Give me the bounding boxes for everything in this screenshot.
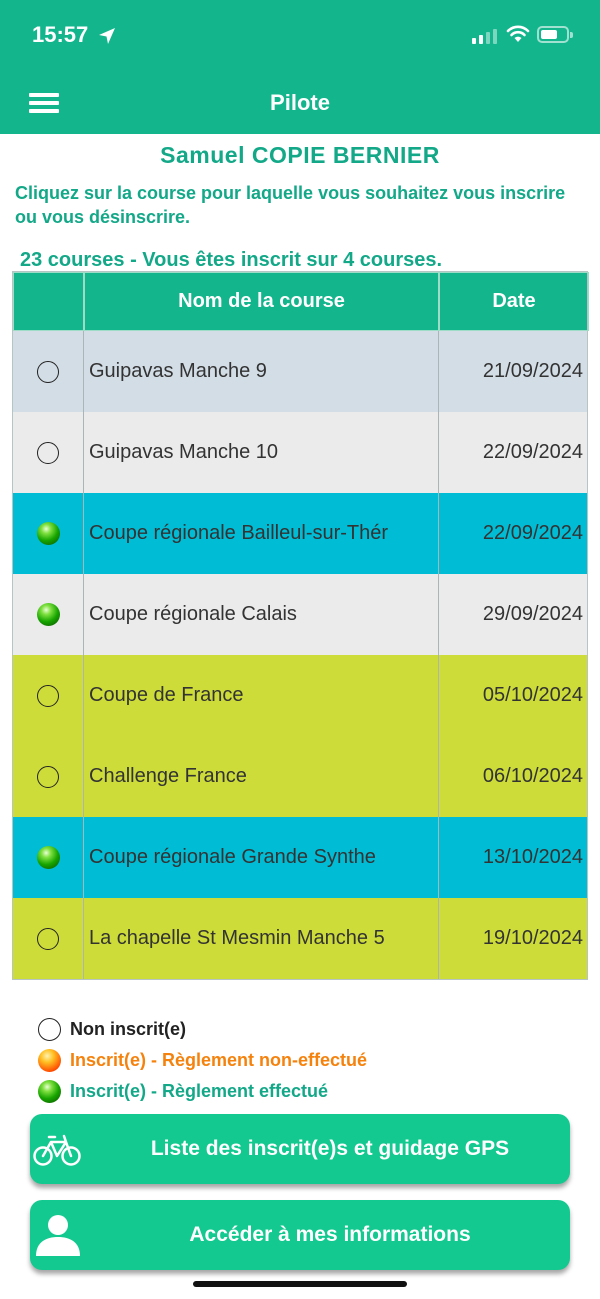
button-label: Liste des inscrit(e)s et guidage GPS [150,1137,510,1160]
battery-icon [537,26,573,43]
legend-label: Inscrit(e) - Règlement effectué [70,1081,329,1101]
table-row[interactable]: Guipavas Manche 10 22/09/2024 [13,412,587,493]
table-row[interactable]: Coupe régionale Bailleul-sur-Thér 22/09/2… [13,493,587,574]
race-name: Coupe régionale Calais [84,574,439,655]
race-date: 19/10/2024 [482,927,583,949]
header-date: Date [439,272,589,331]
legend-paid: Inscrit(e) - Règlement effectué [38,1076,367,1107]
empty-circle-icon [37,765,59,788]
legend-label: Non inscrit(e) [70,1019,187,1039]
race-name: Guipavas Manche 10 [84,412,439,493]
status-bar: 15:57 [0,0,600,72]
registrants-list-button[interactable]: Liste des inscrit(e)s et guidage GPS [30,1114,570,1184]
legend-label: Inscrit(e) - Règlement non-effectué [70,1050,368,1070]
race-name: Coupe de France [84,655,439,736]
table-body: Guipavas Manche 9 21/09/2024 Guipavas Manc… [13,331,587,979]
user-icon [36,1215,80,1256]
race-date: 06/10/2024 [482,765,583,787]
orange-dot-icon [38,1049,61,1072]
race-date: 13/10/2024 [482,846,583,868]
empty-circle-icon [37,684,59,707]
header-status [13,272,84,331]
legend: Non inscrit(e) Inscrit(e) - Règlement no… [38,1014,367,1107]
green-dot-icon [36,603,60,626]
status-cell [13,817,84,898]
header-race-name: Nom de la course [84,272,439,331]
status-cell [13,655,84,736]
race-date: 22/09/2024 [482,522,583,544]
legend-unpaid: Inscrit(e) - Règlement non-effectué [38,1045,367,1076]
status-cell [13,412,84,493]
empty-circle-icon [38,1018,61,1041]
race-name: Coupe régionale Grande Synthe [84,817,439,898]
status-cell [13,736,84,817]
race-date: 22/09/2024 [482,441,583,463]
cellular-signal-icon [472,28,497,44]
nav-bar: Pilote [0,72,600,134]
instructions-text: Cliquez sur la course pour laquelle vous… [15,183,566,227]
location-arrow-icon [99,28,115,44]
empty-circle-icon [37,927,59,950]
table-row[interactable]: Coupe régionale Grande Synthe 13/10/2024 [13,817,587,898]
table-row[interactable]: Coupe régionale Calais 29/09/2024 [13,574,587,655]
race-name: Coupe régionale Bailleul-sur-Thér [84,493,439,574]
button-label: Accéder à mes informations [189,1223,471,1246]
status-cell [13,331,84,412]
status-time: 15:57 [32,22,89,47]
green-dot-icon [36,522,60,545]
table-row[interactable]: La chapelle St Mesmin Manche 5 19/10/2024 [13,898,587,979]
home-indicator [193,1281,407,1287]
table-row[interactable]: Guipavas Manche 9 21/09/2024 [13,331,587,412]
green-dot-icon [38,1080,61,1103]
race-date: 21/09/2024 [482,360,583,382]
empty-circle-icon [37,360,59,383]
bicycle-icon [33,1134,81,1166]
status-cell [13,898,84,979]
table-header: Nom de la course Date [13,272,589,331]
page-title: Pilote [270,90,330,115]
table-row[interactable]: Coupe de France 05/10/2024 [13,655,587,736]
race-date: 05/10/2024 [482,684,583,706]
status-cell [13,493,84,574]
status-cell [13,574,84,655]
table-row[interactable]: Challenge France 06/10/2024 [13,736,587,817]
legend-not-registered: Non inscrit(e) [38,1014,367,1045]
race-name: La chapelle St Mesmin Manche 5 [84,898,439,979]
empty-circle-icon [37,441,59,464]
race-date: 29/09/2024 [482,603,583,625]
wifi-icon [506,25,530,42]
race-name: Guipavas Manche 9 [84,331,439,412]
races-table: Nom de la course Date Guipavas Manche 9 2… [12,271,589,980]
green-dot-icon [36,846,60,869]
race-name: Challenge France [84,736,439,817]
my-info-button[interactable]: Accéder à mes informations [30,1200,570,1270]
pilot-name: Samuel COPIE BERNIER [160,142,440,168]
registration-summary: 23 courses - Vous êtes inscrit sur 4 cou… [20,249,443,271]
